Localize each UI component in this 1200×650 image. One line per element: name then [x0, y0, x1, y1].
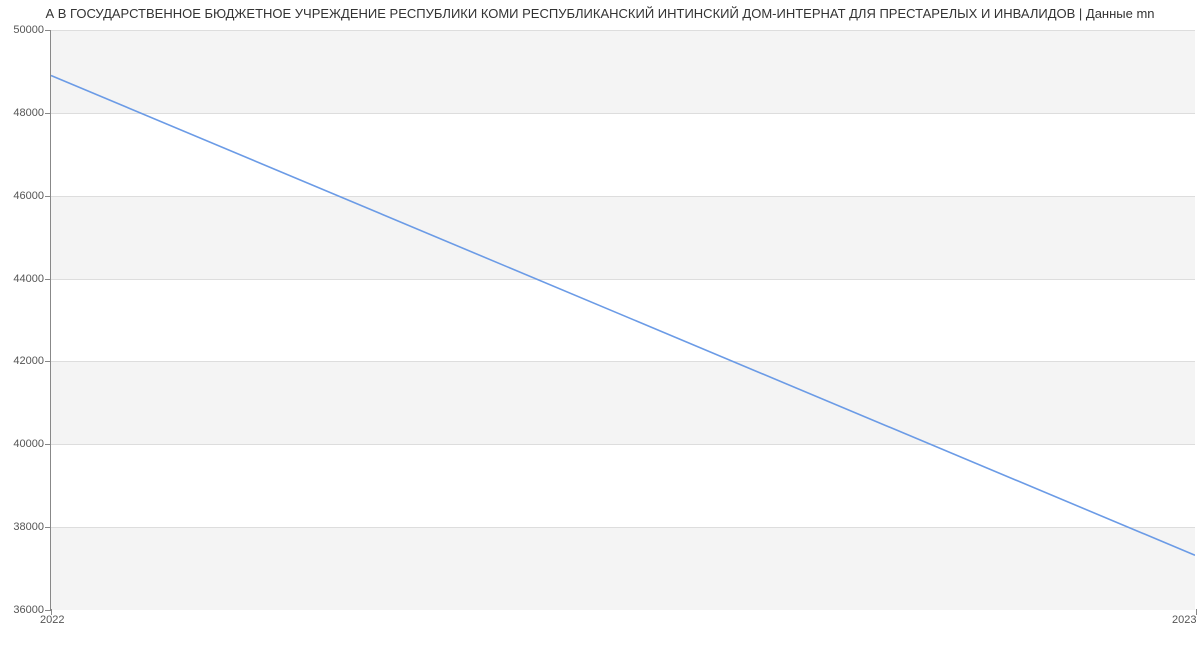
x-tick-label: 2023	[1172, 614, 1196, 626]
y-tick-label: 42000	[4, 355, 44, 367]
chart-title: А В ГОСУДАРСТВЕННОЕ БЮДЖЕТНОЕ УЧРЕЖДЕНИЕ…	[0, 0, 1200, 23]
x-tick-label: 2022	[40, 614, 64, 626]
y-tick-label: 44000	[4, 273, 44, 285]
y-tick-label: 38000	[4, 521, 44, 533]
y-tick-label: 36000	[4, 604, 44, 616]
plot-area	[50, 30, 1195, 610]
line-series	[51, 30, 1195, 609]
y-tick-label: 46000	[4, 190, 44, 202]
y-tick-label: 50000	[4, 24, 44, 36]
y-tick-label: 48000	[4, 107, 44, 119]
y-tick-label: 40000	[4, 438, 44, 450]
